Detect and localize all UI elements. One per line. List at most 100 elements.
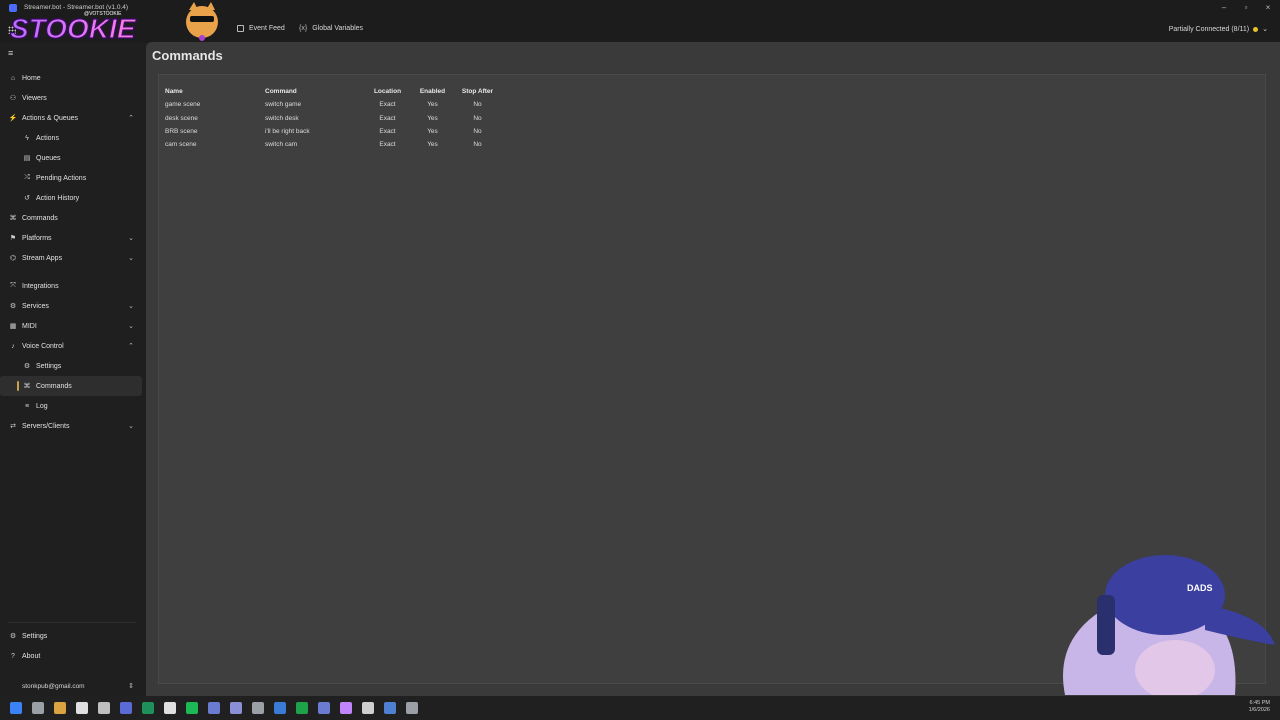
sidebar-item-services[interactable]: ⚙ Services ⌄ — [0, 296, 146, 316]
sidebar-item-about[interactable]: ? About — [0, 646, 146, 666]
close-button[interactable]: × — [1261, 3, 1275, 13]
column-header-enabled[interactable]: Enabled — [410, 88, 455, 95]
commands-table: Name Command Location Enabled Stop After… — [165, 85, 500, 151]
webcam-overlay: DADS — [1063, 555, 1275, 695]
cell-name: game scene — [165, 101, 201, 109]
sidebar-item-label: Voice Control — [22, 342, 64, 350]
user-email: stonkpub@gmail.com — [22, 682, 85, 690]
app-icon[interactable] — [340, 702, 352, 714]
minimize-button[interactable]: – — [1217, 3, 1231, 13]
sidebar-item-label: Home — [22, 74, 41, 82]
app-icon[interactable] — [406, 702, 418, 714]
stream-apps-icon: ⌬ — [9, 255, 17, 262]
column-header-command[interactable]: Command — [265, 88, 365, 95]
sidebar-item-label: Actions — [36, 134, 59, 142]
global-variables-button[interactable]: {x} Global Variables — [299, 25, 363, 32]
column-header-stop-after[interactable]: Stop After — [455, 88, 500, 95]
sidebar-item-stream-apps[interactable]: ⌬ Stream Apps ⌄ — [0, 248, 146, 268]
sidebar-item-label: Viewers — [22, 94, 47, 102]
sidebar-item-actions-queues[interactable]: ⚡ Actions & Queues ⌃ — [0, 108, 146, 128]
sidebar-item-midi[interactable]: ▦ MIDI ⌄ — [0, 316, 146, 336]
connection-status[interactable]: Partially Connected (8/11) ⌄ — [1169, 25, 1268, 34]
terminal-icon[interactable] — [98, 702, 110, 714]
sidebar-item-pending-actions[interactable]: ⤮ Pending Actions — [0, 168, 146, 188]
app-icon[interactable] — [296, 702, 308, 714]
spotify-icon[interactable] — [186, 702, 198, 714]
app-icon[interactable] — [76, 702, 88, 714]
cell-name: cam scene — [165, 141, 197, 149]
cell-name: BRB scene — [165, 128, 198, 136]
cell-command: switch cam — [265, 141, 298, 149]
app-icon[interactable] — [208, 702, 220, 714]
file-explorer-icon[interactable] — [54, 702, 66, 714]
sidebar-item-integrations[interactable]: ⤧ Integrations — [0, 276, 146, 296]
pending-icon: ⤮ — [24, 174, 30, 181]
app-icon[interactable] — [230, 702, 242, 714]
event-feed-button[interactable]: Event Feed — [237, 25, 285, 32]
user-account-button[interactable]: stonkpub@gmail.com ⇕ — [0, 676, 146, 696]
viewers-icon: ⚇ — [9, 95, 17, 102]
hamburger-menu-icon[interactable]: ≡ — [8, 48, 13, 58]
windows-start-icon[interactable] — [10, 702, 22, 714]
chevron-up-icon: ⌃ — [128, 343, 134, 350]
table-row[interactable]: game scene switch game Exact Yes No — [165, 98, 500, 111]
headphones-icon — [1097, 595, 1115, 655]
sidebar-item-actions[interactable]: ϟ Actions — [0, 128, 146, 148]
app-icon[interactable] — [384, 702, 396, 714]
commands-icon: ⌘ — [23, 383, 31, 390]
column-header-name[interactable]: Name — [165, 88, 265, 95]
sidebar-item-label: MIDI — [22, 322, 37, 330]
chevron-down-icon: ⌄ — [128, 423, 134, 430]
sidebar-item-commands[interactable]: ⌘ Commands — [0, 208, 146, 228]
search-icon[interactable] — [32, 702, 44, 714]
sidebar-item-label: Queues — [36, 154, 61, 162]
sidebar-item-platforms[interactable]: ⚑ Platforms ⌄ — [0, 228, 146, 248]
sidebar-item-label: Stream Apps — [22, 254, 63, 262]
sidebar-item-action-history[interactable]: ↺ Action History — [0, 188, 146, 208]
sidebar-item-log[interactable]: ≡ Log — [0, 396, 146, 416]
sidebar-item-label: Integrations — [22, 282, 59, 290]
sidebar-item-settings[interactable]: ⚙ Settings — [0, 356, 146, 376]
sidebar-item-label: Actions & Queues — [22, 114, 79, 122]
sidebar-item-viewers[interactable]: ⚇ Viewers — [0, 88, 146, 108]
sidebar-item-home[interactable]: ⌂ Home — [0, 68, 146, 88]
history-icon: ↺ — [24, 195, 30, 202]
app-icon[interactable] — [362, 702, 374, 714]
sidebar-item-label: Commands — [22, 214, 58, 222]
app-icon[interactable] — [252, 702, 264, 714]
cell-enabled: Yes — [427, 101, 438, 109]
sidebar-divider — [8, 622, 136, 623]
sidebar-item-queues[interactable]: ▤ Queues — [0, 148, 146, 168]
cell-command: i'll be right back — [265, 128, 310, 136]
cell-location: Exact — [379, 114, 396, 122]
maximize-button[interactable]: ▫ — [1239, 3, 1253, 13]
system-tray-clock[interactable]: 6:45 PM 1/6/2026 — [1249, 700, 1270, 714]
variable-icon: {x} — [299, 25, 308, 32]
column-header-location[interactable]: Location — [365, 88, 410, 95]
steam-icon[interactable] — [274, 702, 286, 714]
app-icon[interactable] — [318, 702, 330, 714]
sidebar-item-label: Platforms — [22, 234, 52, 242]
sidebar-item-settings[interactable]: ⚙ Settings — [0, 626, 146, 646]
chevron-up-icon: ⌃ — [128, 115, 134, 122]
cell-enabled: Yes — [427, 114, 438, 122]
sidebar-item-label: Log — [36, 402, 48, 410]
sidebar-item-servers-clients[interactable]: ⇄ Servers/Clients ⌄ — [0, 416, 146, 436]
app-icon[interactable] — [164, 702, 176, 714]
sidebar-item-voice-control[interactable]: ♪ Voice Control ⌃ — [0, 336, 146, 356]
app-icon[interactable] — [142, 702, 154, 714]
settings-icon: ⚙ — [9, 633, 17, 640]
cell-enabled: Yes — [427, 128, 438, 136]
commands-icon: ⌘ — [9, 215, 17, 222]
chevron-down-icon: ⌄ — [128, 235, 134, 242]
list-icon — [237, 25, 244, 32]
sidebar-item-label: Settings — [36, 362, 62, 370]
table-row[interactable]: BRB scene i'll be right back Exact Yes No — [165, 125, 500, 138]
sidebar-bottom-nav: ⚙ Settings? About — [0, 626, 146, 666]
sidebar-item-label: About — [22, 652, 41, 660]
sidebar-item-commands[interactable]: ⌘ Commands — [0, 376, 142, 396]
app-icon[interactable] — [120, 702, 132, 714]
about-icon: ? — [11, 652, 15, 660]
table-row[interactable]: desk scene switch desk Exact Yes No — [165, 112, 500, 125]
table-row[interactable]: cam scene switch cam Exact Yes No — [165, 138, 500, 151]
